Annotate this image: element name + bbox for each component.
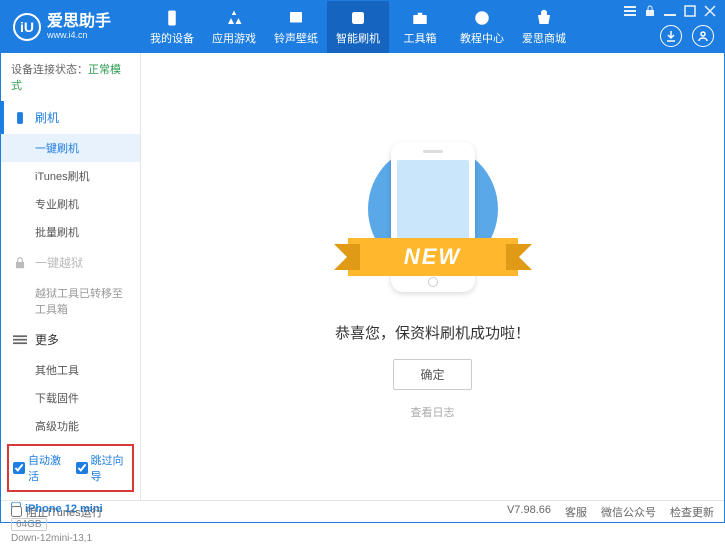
app-name: 爱思助手 bbox=[47, 14, 111, 30]
section-label: 更多 bbox=[35, 331, 59, 348]
tab-label: 应用游戏 bbox=[212, 30, 256, 46]
sidebar-item-pro-flash[interactable]: 专业刷机 bbox=[1, 190, 140, 218]
footer-left: 阻止iTunes运行 bbox=[11, 504, 103, 520]
store-icon bbox=[535, 9, 553, 27]
conn-label: 设备连接状态： bbox=[11, 64, 88, 76]
minimize-icon[interactable] bbox=[664, 4, 676, 16]
block-itunes-checkbox[interactable] bbox=[11, 506, 22, 517]
new-ribbon: NEW bbox=[348, 238, 518, 276]
tab-ringtone-wallpaper[interactable]: 铃声壁纸 bbox=[265, 1, 327, 53]
checkbox-label: 跳过向导 bbox=[91, 452, 129, 484]
menu-icon[interactable] bbox=[624, 4, 636, 16]
tab-label: 我的设备 bbox=[150, 30, 194, 46]
checkbox-auto-activate[interactable]: 自动激活 bbox=[13, 452, 66, 484]
ok-button[interactable]: 确定 bbox=[393, 359, 471, 390]
close-icon[interactable] bbox=[704, 4, 716, 16]
tab-apps-games[interactable]: 应用游戏 bbox=[203, 1, 265, 53]
sidebar-item-batch-flash[interactable]: 批量刷机 bbox=[1, 218, 140, 246]
checkbox-input[interactable] bbox=[13, 462, 25, 474]
tab-store[interactable]: 爱思商城 bbox=[513, 1, 575, 53]
phone-icon bbox=[13, 111, 27, 125]
tab-my-device[interactable]: 我的设备 bbox=[141, 1, 203, 53]
wechat-link[interactable]: 微信公众号 bbox=[601, 504, 656, 520]
flash-icon bbox=[349, 9, 367, 27]
tab-label: 爱思商城 bbox=[522, 30, 566, 46]
book-icon bbox=[473, 9, 491, 27]
logo-icon: iU bbox=[13, 13, 41, 41]
sidebar: 设备连接状态：正常模式 刷机 一键刷机 iTunes刷机 专业刷机 批量刷机 一… bbox=[1, 53, 141, 500]
app-url: www.i4.cn bbox=[47, 30, 111, 40]
version-label: V7.98.66 bbox=[507, 504, 551, 520]
user-icon[interactable] bbox=[692, 25, 714, 47]
window-controls bbox=[624, 4, 716, 16]
phone-icon bbox=[163, 9, 181, 27]
download-icon[interactable] bbox=[660, 25, 682, 47]
tab-label: 铃声壁纸 bbox=[274, 30, 318, 46]
sidebar-item-itunes-flash[interactable]: iTunes刷机 bbox=[1, 162, 140, 190]
sidebar-section-more[interactable]: 更多 bbox=[1, 323, 140, 356]
device-storage: 64GB bbox=[11, 518, 47, 531]
lock-icon bbox=[13, 256, 27, 270]
sidebar-section-jailbreak: 一键越狱 bbox=[1, 246, 140, 279]
main-content: NEW 恭喜您，保资料刷机成功啦！ 确定 查看日志 bbox=[141, 53, 724, 500]
footer-right: V7.98.66 客服 微信公众号 检查更新 bbox=[507, 504, 714, 520]
tab-label: 智能刷机 bbox=[336, 30, 380, 46]
connection-status: 设备连接状态：正常模式 bbox=[1, 53, 140, 101]
tab-label: 教程中心 bbox=[460, 30, 504, 46]
lock-icon[interactable] bbox=[644, 4, 656, 16]
tab-tutorials[interactable]: 教程中心 bbox=[451, 1, 513, 53]
success-message: 恭喜您，保资料刷机成功啦！ bbox=[335, 322, 530, 343]
maximize-icon[interactable] bbox=[684, 4, 696, 16]
checkbox-skip-setup[interactable]: 跳过向导 bbox=[76, 452, 129, 484]
app-header: iU 爱思助手 www.i4.cn 我的设备 应用游戏 铃声壁纸 智能刷机 工具… bbox=[1, 1, 724, 53]
checkbox-input[interactable] bbox=[76, 462, 88, 474]
tab-toolbox[interactable]: 工具箱 bbox=[389, 1, 451, 53]
section-label: 一键越狱 bbox=[35, 254, 83, 271]
success-illustration: NEW bbox=[358, 134, 508, 304]
section-label: 刷机 bbox=[35, 109, 59, 126]
nav-tabs: 我的设备 应用游戏 铃声壁纸 智能刷机 工具箱 教程中心 爱思商城 bbox=[141, 1, 575, 53]
tab-label: 工具箱 bbox=[404, 30, 437, 46]
more-icon bbox=[13, 333, 27, 347]
sidebar-item-download-firmware[interactable]: 下载固件 bbox=[1, 384, 140, 412]
sidebar-item-other-tools[interactable]: 其他工具 bbox=[1, 356, 140, 384]
options-checkboxes: 自动激活 跳过向导 bbox=[7, 444, 134, 492]
logo-area: iU 爱思助手 www.i4.cn bbox=[1, 13, 141, 41]
jailbreak-moved-note: 越狱工具已转移至工具箱 bbox=[1, 279, 140, 323]
view-log-link[interactable]: 查看日志 bbox=[411, 404, 455, 420]
header-action-icons bbox=[660, 25, 714, 47]
sidebar-section-flash[interactable]: 刷机 bbox=[1, 101, 140, 134]
sidebar-item-oneclick-flash[interactable]: 一键刷机 bbox=[1, 134, 140, 162]
apps-icon bbox=[225, 9, 243, 27]
media-icon bbox=[287, 9, 305, 27]
toolbox-icon bbox=[411, 9, 429, 27]
customer-service-link[interactable]: 客服 bbox=[565, 504, 587, 520]
check-update-link[interactable]: 检查更新 bbox=[670, 504, 714, 520]
device-model: Down-12mini-13,1 bbox=[11, 533, 130, 544]
tab-smart-flash[interactable]: 智能刷机 bbox=[327, 1, 389, 53]
sidebar-item-advanced[interactable]: 高级功能 bbox=[1, 412, 140, 440]
block-itunes-label: 阻止iTunes运行 bbox=[26, 504, 103, 520]
checkbox-label: 自动激活 bbox=[28, 452, 66, 484]
